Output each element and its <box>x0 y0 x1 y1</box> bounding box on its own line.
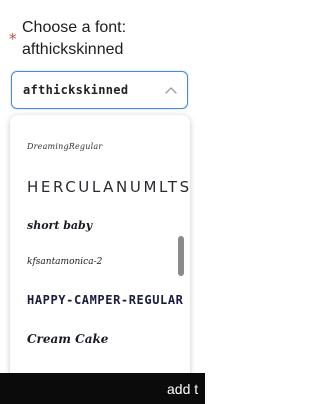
chevron-up-icon[interactable] <box>163 82 179 98</box>
font-option[interactable]: HAPPY-CAMPER-REGULAR <box>27 293 184 307</box>
font-prompt-label: Choose a font: afthickskinned <box>22 19 127 58</box>
dropdown-scrollbar-thumb[interactable] <box>178 236 184 276</box>
font-option[interactable]: short baby <box>27 219 92 232</box>
font-option[interactable]: kfsantamonica-2 <box>27 257 102 267</box>
required-asterisk: * <box>9 30 17 48</box>
font-select[interactable]: afthickskinned <box>11 71 188 109</box>
bottom-bar-text[interactable]: add t <box>167 380 198 398</box>
font-option[interactable]: DreamingRegular <box>27 142 102 151</box>
font-option[interactable]: Cream Cake <box>27 332 108 346</box>
font-option[interactable]: HERCULANUMLTSTD <box>27 178 190 196</box>
font-options-dropdown[interactable]: DreamingRegular HERCULANUMLTSTD short ba… <box>10 115 190 379</box>
bottom-bar: add t <box>0 373 205 404</box>
font-select-value: afthickskinned <box>23 83 129 97</box>
